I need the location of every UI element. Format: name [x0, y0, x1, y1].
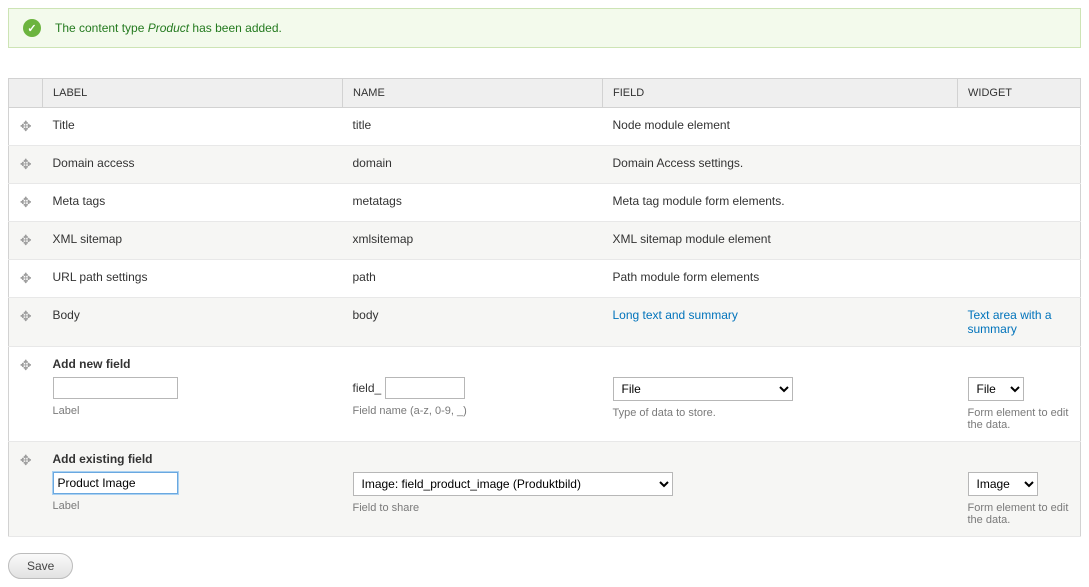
table-row: ✥ XML sitemap xmlsitemap XML sitemap mod…: [9, 222, 1081, 260]
row-name: metatags: [343, 184, 603, 222]
existing-field-share-select[interactable]: Image: field_product_image (Produktbild): [353, 472, 673, 496]
table-row: ✥ Meta tags metatags Meta tag module for…: [9, 184, 1081, 222]
row-label: XML sitemap: [43, 222, 343, 260]
existing-field-label-help: Label: [53, 500, 333, 512]
table-row: ✥ URL path settings path Path module for…: [9, 260, 1081, 298]
row-widget: [958, 146, 1081, 184]
row-name: title: [343, 108, 603, 146]
save-button[interactable]: Save: [8, 553, 73, 579]
add-new-field-row: ✥ Add new field Label field_ Field name …: [9, 347, 1081, 442]
new-field-widget-select[interactable]: File: [968, 377, 1024, 401]
existing-field-share-help: Field to share: [353, 502, 948, 514]
status-text: The content type Product has been added.: [55, 21, 282, 35]
row-widget: [958, 260, 1081, 298]
col-name: NAME: [343, 79, 603, 108]
drag-handle-icon[interactable]: ✥: [20, 308, 32, 324]
table-header-row: LABEL NAME FIELD WIDGET: [9, 79, 1081, 108]
fields-table: LABEL NAME FIELD WIDGET ✥ Title title No…: [8, 78, 1081, 537]
widget-type-link[interactable]: Text area with a summary: [968, 308, 1052, 336]
status-message: ✓ The content type Product has been adde…: [8, 8, 1081, 48]
row-field: Path module form elements: [603, 260, 958, 298]
add-existing-heading: Add existing field: [53, 452, 333, 466]
new-field-label-help: Label: [53, 405, 333, 417]
drag-handle-icon[interactable]: ✥: [20, 156, 32, 172]
row-label: Body: [43, 298, 343, 347]
existing-field-label-input[interactable]: [53, 472, 178, 494]
status-type-name: Product: [148, 21, 189, 35]
row-label: Title: [43, 108, 343, 146]
success-check-icon: ✓: [23, 19, 41, 37]
col-drag: [9, 79, 43, 108]
row-name: domain: [343, 146, 603, 184]
new-field-name-help: Field name (a-z, 0-9, _): [353, 405, 593, 417]
table-row: ✥ Domain access domain Domain Access set…: [9, 146, 1081, 184]
drag-handle-icon[interactable]: ✥: [20, 270, 32, 286]
table-row-body: ✥ Body body Long text and summary Text a…: [9, 298, 1081, 347]
new-field-name-input[interactable]: [385, 377, 465, 399]
new-field-type-select[interactable]: File: [613, 377, 793, 401]
drag-handle-icon[interactable]: ✥: [20, 232, 32, 248]
existing-field-widget-help: Form element to edit the data.: [968, 502, 1071, 526]
new-field-type-help: Type of data to store.: [613, 407, 948, 419]
row-name: xmlsitemap: [343, 222, 603, 260]
new-field-name-prefix: field_: [353, 381, 382, 395]
new-field-label-input[interactable]: [53, 377, 178, 399]
add-new-heading: Add new field: [53, 357, 333, 371]
existing-field-widget-select[interactable]: Image: [968, 472, 1038, 496]
row-label: Meta tags: [43, 184, 343, 222]
col-field: FIELD: [603, 79, 958, 108]
row-label: Domain access: [43, 146, 343, 184]
status-suffix: has been added.: [189, 21, 282, 35]
field-type-link[interactable]: Long text and summary: [613, 308, 738, 322]
new-field-widget-help: Form element to edit the data.: [968, 407, 1071, 431]
row-label: URL path settings: [43, 260, 343, 298]
col-label: LABEL: [43, 79, 343, 108]
col-widget: WIDGET: [958, 79, 1081, 108]
drag-handle-icon[interactable]: ✥: [20, 194, 32, 210]
row-field: Node module element: [603, 108, 958, 146]
status-prefix: The content type: [55, 21, 148, 35]
drag-handle-icon[interactable]: ✥: [20, 452, 32, 468]
drag-handle-icon[interactable]: ✥: [20, 118, 32, 134]
row-widget: [958, 222, 1081, 260]
row-field: Domain Access settings.: [603, 146, 958, 184]
row-name: path: [343, 260, 603, 298]
table-row: ✥ Title title Node module element: [9, 108, 1081, 146]
row-field: XML sitemap module element: [603, 222, 958, 260]
row-name: body: [343, 298, 603, 347]
add-existing-field-row: ✥ Add existing field Label Image: field_…: [9, 442, 1081, 537]
row-field: Meta tag module form elements.: [603, 184, 958, 222]
row-widget: [958, 184, 1081, 222]
row-widget: [958, 108, 1081, 146]
drag-handle-icon[interactable]: ✥: [20, 357, 32, 373]
